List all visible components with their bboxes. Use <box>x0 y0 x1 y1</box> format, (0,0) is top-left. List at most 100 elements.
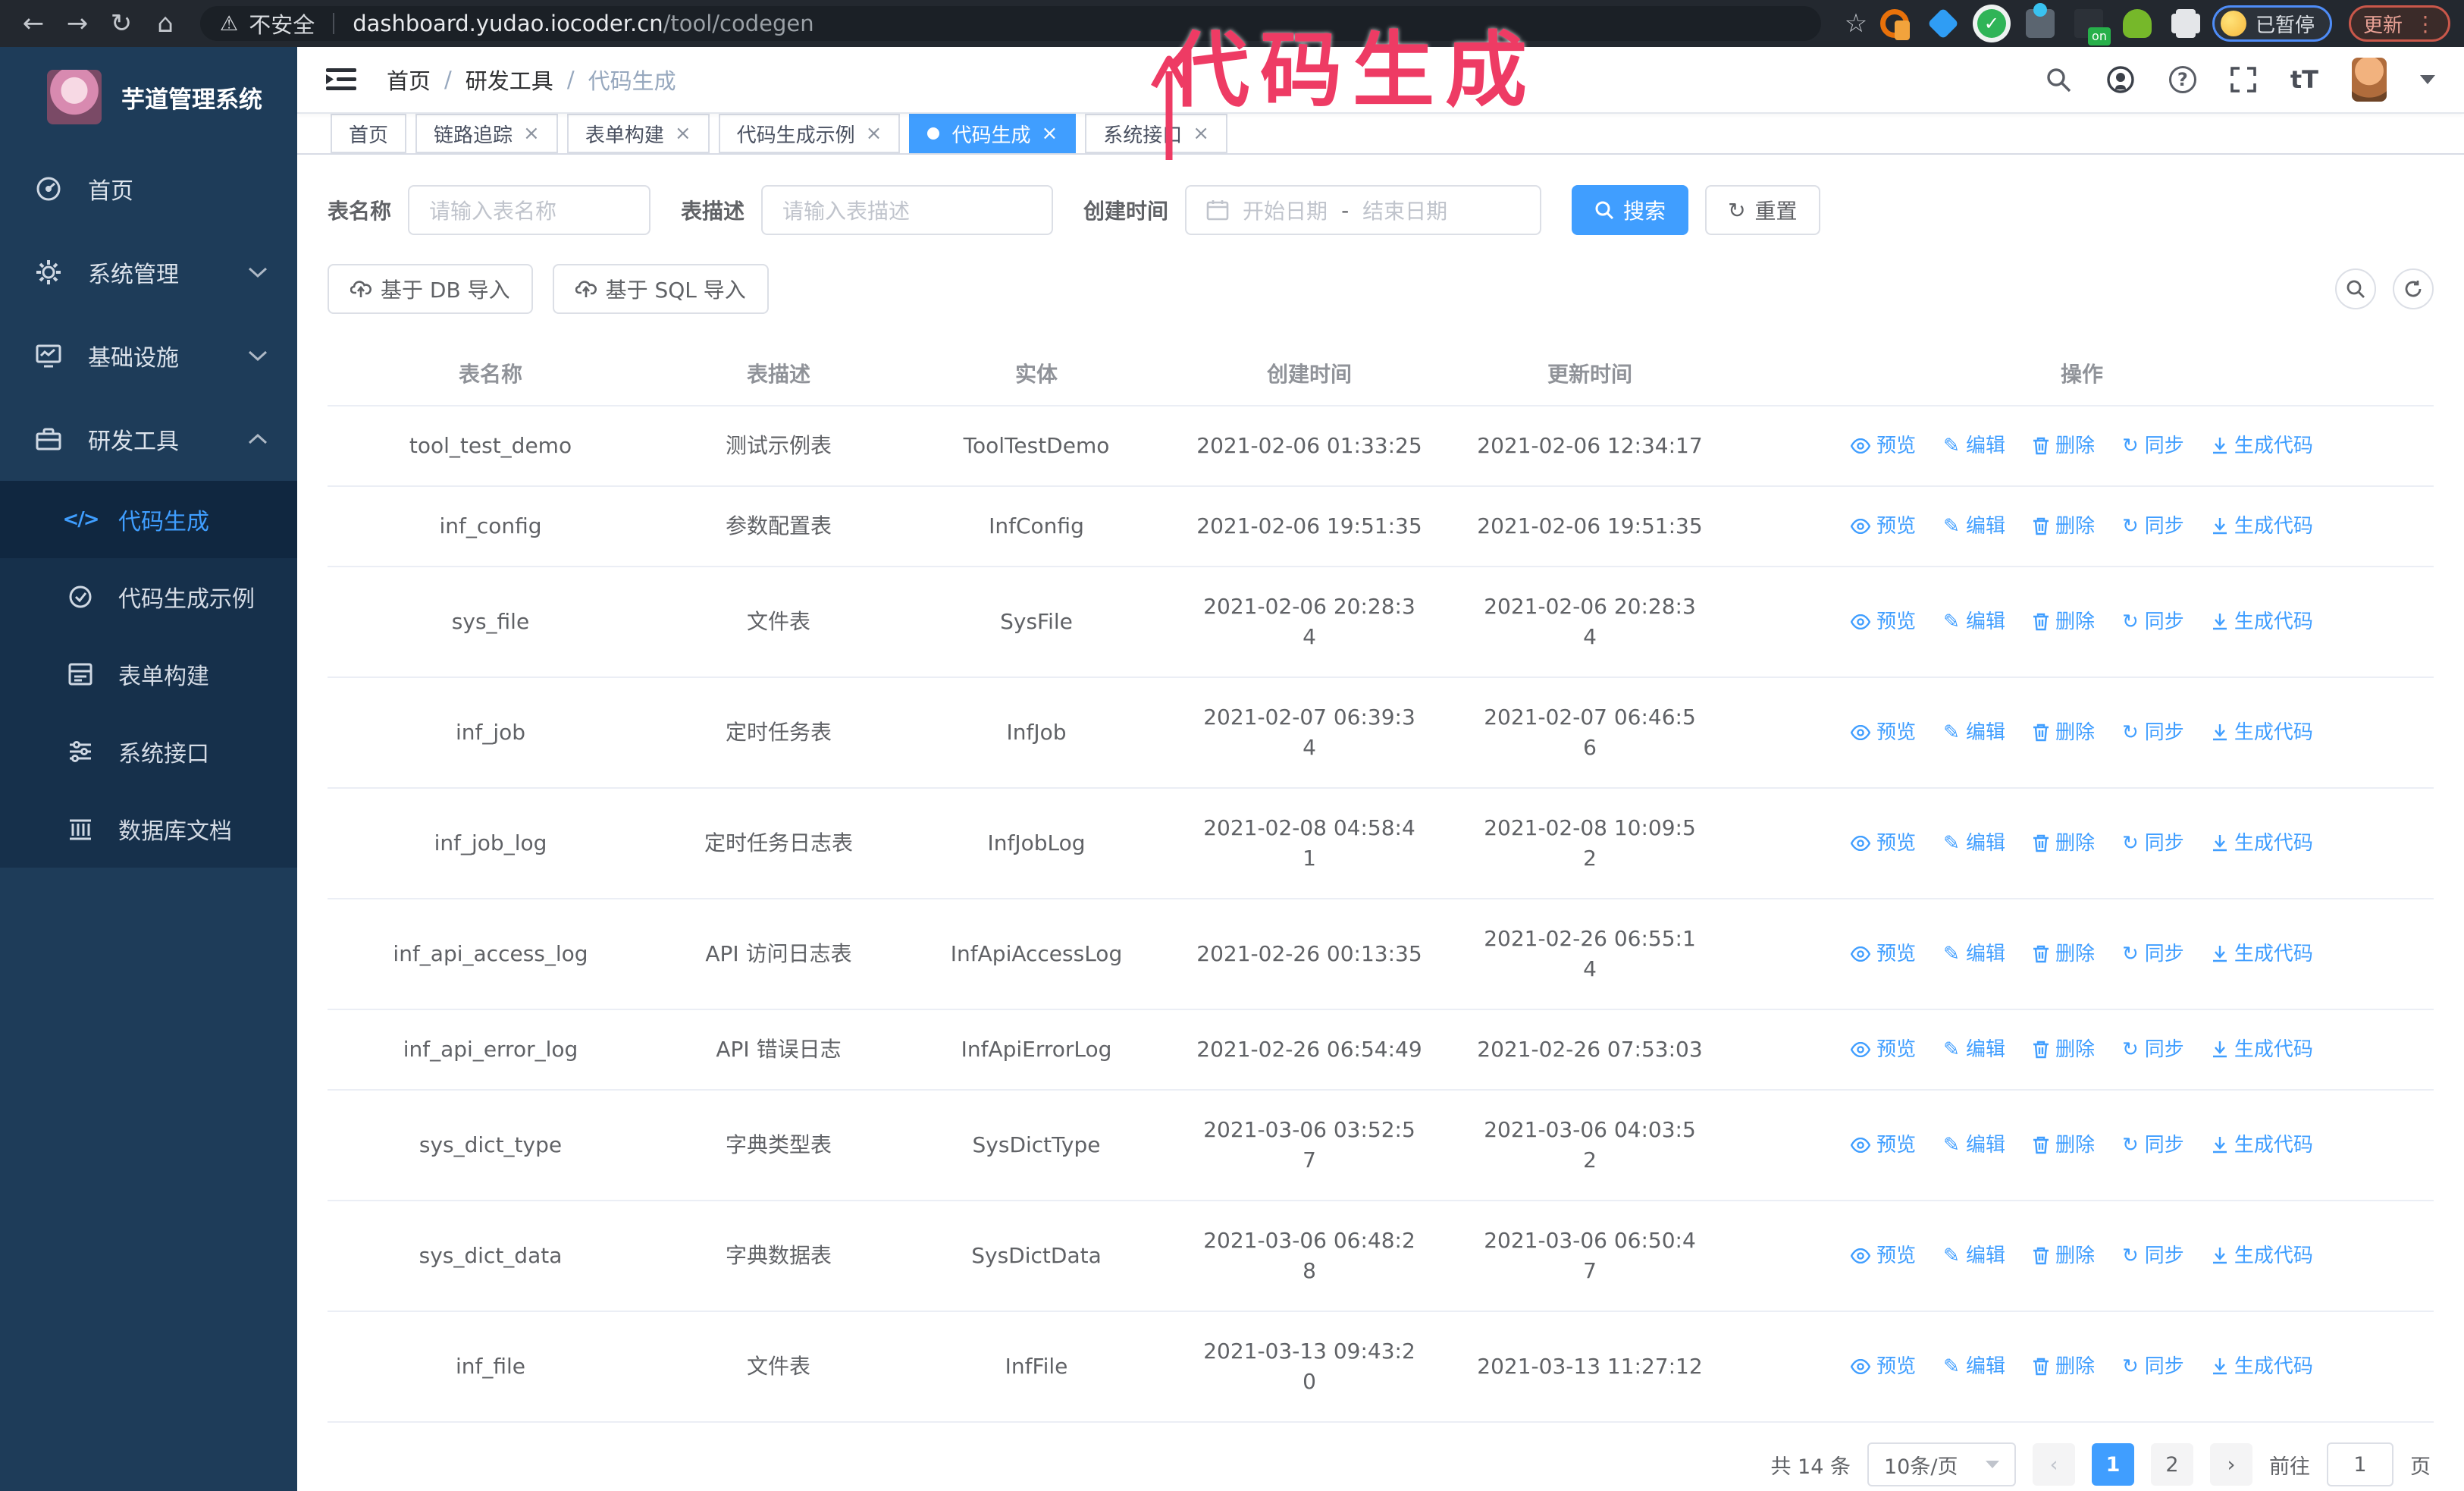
sidebar-item-form-builder[interactable]: 表单构建 <box>0 636 297 713</box>
close-icon[interactable]: × <box>675 122 691 145</box>
delete-link[interactable]: 删除 <box>2033 828 2095 859</box>
tab-form-builder[interactable]: 表单构建 × <box>566 114 710 153</box>
refresh-table-button[interactable] <box>2393 268 2434 309</box>
sidebar-item-home[interactable]: 首页 <box>0 147 297 231</box>
create-time-range-picker[interactable]: 开始日期 - 结束日期 <box>1185 185 1542 235</box>
delete-link[interactable]: 删除 <box>2033 939 2095 969</box>
hamburger-icon[interactable] <box>326 67 356 93</box>
extension-icon[interactable] <box>1977 9 2006 38</box>
close-icon[interactable]: × <box>1193 122 1209 145</box>
sync-link[interactable]: ↻ 同步 <box>2122 1130 2184 1160</box>
tab-system-api[interactable]: 系统接口 × <box>1085 114 1228 153</box>
extension-icon[interactable] <box>1879 9 1910 40</box>
sync-link[interactable]: ↻ 同步 <box>2122 1034 2184 1065</box>
breadcrumb-devtools[interactable]: 研发工具 <box>466 64 553 96</box>
breadcrumb-home[interactable]: 首页 <box>387 64 431 96</box>
goto-page-input[interactable]: 1 <box>2327 1442 2393 1486</box>
extension-icon[interactable] <box>2122 9 2152 38</box>
preview-link[interactable]: 预览 <box>1851 1241 1916 1271</box>
tab-tracing[interactable]: 链路追踪 × <box>415 114 558 153</box>
page-size-select[interactable]: 10条/页 <box>1867 1442 2016 1486</box>
browser-menu-icon[interactable]: ⋮ <box>2415 11 2436 36</box>
edit-link[interactable]: ✎ 编辑 <box>1943 431 2005 461</box>
browser-home-icon[interactable]: ⌂ <box>146 5 185 42</box>
browser-back-icon[interactable]: ← <box>14 5 53 42</box>
sync-link[interactable]: ↻ 同步 <box>2122 1241 2184 1271</box>
edit-link[interactable]: ✎ 编辑 <box>1943 1034 2005 1065</box>
close-icon[interactable]: × <box>523 122 540 145</box>
sidebar-item-codegen-example[interactable]: 代码生成示例 <box>0 558 297 636</box>
sync-link[interactable]: ↻ 同步 <box>2122 1351 2184 1382</box>
edit-link[interactable]: ✎ 编辑 <box>1943 828 2005 859</box>
generate-code-link[interactable]: 生成代码 <box>2212 1241 2313 1271</box>
search-icon[interactable] <box>2045 66 2072 93</box>
toggle-search-button[interactable] <box>2335 268 2376 309</box>
preview-link[interactable]: 预览 <box>1851 717 1916 748</box>
generate-code-link[interactable]: 生成代码 <box>2212 1130 2313 1160</box>
close-icon[interactable]: × <box>1041 122 1058 145</box>
delete-link[interactable]: 删除 <box>2033 431 2095 461</box>
sync-link[interactable]: ↻ 同步 <box>2122 717 2184 748</box>
generate-code-link[interactable]: 生成代码 <box>2212 717 2313 748</box>
generate-code-link[interactable]: 生成代码 <box>2212 939 2313 969</box>
sync-link[interactable]: ↻ 同步 <box>2122 828 2184 859</box>
user-avatar[interactable] <box>2352 58 2387 102</box>
delete-link[interactable]: 删除 <box>2033 717 2095 748</box>
table-name-input[interactable]: 请输入表名称 <box>408 185 651 235</box>
generate-code-link[interactable]: 生成代码 <box>2212 431 2313 461</box>
sidebar-item-devtools[interactable]: 研发工具 <box>0 397 297 481</box>
tab-home[interactable]: 首页 <box>331 114 407 153</box>
user-menu-caret-icon[interactable] <box>2420 75 2435 84</box>
preview-link[interactable]: 预览 <box>1851 431 1916 461</box>
preview-link[interactable]: 预览 <box>1851 1034 1916 1065</box>
prev-page-button[interactable]: ‹ <box>2033 1443 2075 1486</box>
address-bar[interactable]: ⚠ 不安全 dashboard.yudao.iocoder.cn/tool/co… <box>200 6 1821 41</box>
sync-link[interactable]: ↻ 同步 <box>2122 607 2184 637</box>
sidebar-item-db-doc[interactable]: 数据库文档 <box>0 790 297 868</box>
browser-profile-chip[interactable]: 已暂停 <box>2212 5 2332 42</box>
sync-link[interactable]: ↻ 同步 <box>2122 431 2184 461</box>
generate-code-link[interactable]: 生成代码 <box>2212 1034 2313 1065</box>
preview-link[interactable]: 预览 <box>1851 1351 1916 1382</box>
delete-link[interactable]: 删除 <box>2033 1034 2095 1065</box>
page-number-1[interactable]: 1 <box>2092 1443 2134 1486</box>
delete-link[interactable]: 删除 <box>2033 1351 2095 1382</box>
delete-link[interactable]: 删除 <box>2033 1241 2095 1271</box>
github-icon[interactable] <box>2105 64 2136 95</box>
browser-update-button[interactable]: 更新 ⋮ <box>2348 5 2450 42</box>
generate-code-link[interactable]: 生成代码 <box>2212 1351 2313 1382</box>
search-button[interactable]: 搜索 <box>1572 185 1689 235</box>
fullscreen-icon[interactable] <box>2230 66 2257 93</box>
edit-link[interactable]: ✎ 编辑 <box>1943 939 2005 969</box>
extension-icon[interactable] <box>1927 8 1959 39</box>
sidebar-item-codegen[interactable]: </> 代码生成 <box>0 481 297 558</box>
edit-link[interactable]: ✎ 编辑 <box>1943 511 2005 541</box>
edit-link[interactable]: ✎ 编辑 <box>1943 717 2005 748</box>
browser-reload-icon[interactable]: ↻ <box>102 5 141 42</box>
delete-link[interactable]: 删除 <box>2033 511 2095 541</box>
extension-icon[interactable] <box>2025 3 2055 38</box>
edit-link[interactable]: ✎ 编辑 <box>1943 1130 2005 1160</box>
delete-link[interactable]: 删除 <box>2033 1130 2095 1160</box>
app-logo-row[interactable]: 芋道管理系统 <box>0 47 297 147</box>
extensions-puzzle-icon[interactable] <box>2171 9 2200 38</box>
next-page-button[interactable]: › <box>2210 1443 2252 1486</box>
preview-link[interactable]: 预览 <box>1851 511 1916 541</box>
preview-link[interactable]: 预览 <box>1851 828 1916 859</box>
preview-link[interactable]: 预览 <box>1851 607 1916 637</box>
page-number-2[interactable]: 2 <box>2151 1443 2193 1486</box>
delete-link[interactable]: 删除 <box>2033 607 2095 637</box>
edit-link[interactable]: ✎ 编辑 <box>1943 1351 2005 1382</box>
close-icon[interactable]: × <box>866 122 882 145</box>
import-db-button[interactable]: 基于 DB 导入 <box>328 264 533 314</box>
font-size-icon[interactable]: tT <box>2290 65 2318 94</box>
generate-code-link[interactable]: 生成代码 <box>2212 828 2313 859</box>
preview-link[interactable]: 预览 <box>1851 939 1916 969</box>
sidebar-item-system[interactable]: 系统管理 <box>0 231 297 314</box>
sync-link[interactable]: ↻ 同步 <box>2122 939 2184 969</box>
edit-link[interactable]: ✎ 编辑 <box>1943 1241 2005 1271</box>
sidebar-item-system-api[interactable]: 系统接口 <box>0 713 297 790</box>
tab-codegen[interactable]: 代码生成 × <box>909 114 1077 153</box>
generate-code-link[interactable]: 生成代码 <box>2212 511 2313 541</box>
generate-code-link[interactable]: 生成代码 <box>2212 607 2313 637</box>
